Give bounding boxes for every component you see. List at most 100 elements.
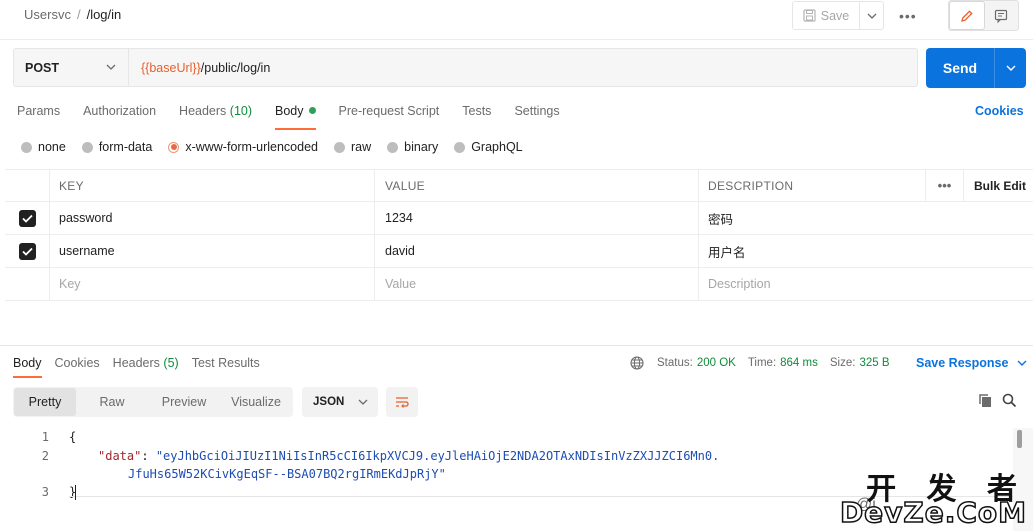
radio-circle (81, 141, 93, 153)
new-description-input[interactable]: Description (698, 268, 925, 300)
radio-circle (334, 141, 345, 153)
radio-binary[interactable]: binary (387, 140, 438, 154)
send-button[interactable]: Send (926, 48, 994, 88)
edit-mode-button[interactable] (949, 1, 985, 30)
copy-icon[interactable] (978, 393, 993, 411)
radio-label: x-www-form-urlencoded (185, 140, 318, 154)
row-checkbox[interactable] (18, 209, 36, 227)
breadcrumb-request-name[interactable]: /log/in (87, 7, 122, 22)
tab-settings[interactable]: Settings (514, 104, 559, 128)
row-spacer (963, 202, 1033, 234)
time-value[interactable]: 864 ms (780, 357, 818, 369)
table-row: username david 用户名 (5, 235, 1033, 268)
url-input[interactable]: {{baseUrl}}/public/log/in (129, 48, 918, 87)
radio-form-data[interactable]: form-data (81, 140, 152, 154)
view-mode-toggle (948, 0, 1019, 31)
row-description-cell[interactable]: 用户名 (698, 235, 925, 267)
table-header-row: KEY VALUE DESCRIPTION ••• Bulk Edit (5, 169, 1033, 202)
column-header-value: VALUE (374, 170, 698, 201)
row-key-cell[interactable]: password (49, 202, 374, 234)
tab-body[interactable]: Body (275, 104, 316, 130)
new-key-input[interactable]: Key (49, 268, 374, 300)
wrap-lines-button[interactable] (386, 387, 418, 417)
checkmark-icon (21, 247, 33, 256)
pencil-icon (960, 9, 973, 22)
globe-icon[interactable] (630, 356, 644, 370)
chevron-down-icon (358, 399, 368, 405)
save-label: Save (820, 8, 850, 23)
format-preview[interactable]: Preview (148, 388, 220, 416)
save-icon (803, 9, 816, 22)
scrollbar-thumb[interactable] (1017, 430, 1022, 448)
radio-label: raw (351, 140, 372, 154)
json-string-part1: "eyJhbGciOiJIUzI1NiIsInR5cCI6IkpXVCJ9.ey… (155, 449, 720, 463)
breadcrumb-collection[interactable]: Usersvc (24, 7, 71, 22)
column-options-button[interactable]: ••• (925, 170, 963, 201)
tab-headers-count: (10) (229, 104, 253, 118)
breadcrumb: Usersvc / /log/in (24, 7, 121, 22)
response-tab-body[interactable]: Body (13, 356, 42, 378)
row-value-cell[interactable]: 1234 (374, 202, 698, 234)
new-value-input[interactable]: Value (374, 268, 698, 300)
code-line-wrapped: JfuHs65W52KCivKgEqSF--BSA07BQ2rgIRmEKdJp… (128, 467, 446, 481)
row-checkbox-cell (5, 268, 49, 300)
column-header-description: DESCRIPTION (698, 170, 925, 201)
search-icon[interactable] (1002, 393, 1017, 411)
tab-tests[interactable]: Tests (462, 104, 491, 128)
checkmark-icon (21, 214, 33, 223)
response-tab-cookies[interactable]: Cookies (55, 356, 100, 376)
size-value[interactable]: 325 B (859, 357, 889, 369)
chevron-down-icon (106, 64, 116, 70)
bulk-edit-button[interactable]: Bulk Edit (963, 170, 1033, 201)
url-variable: {{baseUrl}} (141, 60, 201, 75)
save-button[interactable]: Save (793, 2, 859, 29)
text-cursor (75, 485, 76, 500)
status-value[interactable]: 200 OK (697, 357, 736, 369)
tab-prerequest-script[interactable]: Pre-request Script (339, 104, 440, 128)
size-group: Size: 325 B (830, 357, 890, 369)
send-options-button[interactable] (994, 48, 1026, 88)
radio-raw[interactable]: raw (334, 140, 371, 154)
response-tab-test-results[interactable]: Test Results (192, 356, 260, 376)
row-value-cell[interactable]: david (374, 235, 698, 267)
response-tab-headers[interactable]: Headers (5) (113, 356, 179, 376)
wrap-lines-icon (396, 397, 409, 408)
column-header-key: KEY (49, 170, 374, 201)
chevron-down-icon (1017, 360, 1027, 366)
json-key: "data" (98, 449, 142, 463)
table-row: password 1234 密码 (5, 202, 1033, 235)
time-label: Time: (747, 357, 777, 369)
row-spacer (925, 202, 963, 234)
response-tabs: Body Cookies Headers (5) Test Results (13, 356, 273, 378)
row-checkbox[interactable] (18, 242, 36, 260)
row-checkbox-cell (5, 235, 49, 267)
tab-authorization[interactable]: Authorization (83, 104, 156, 128)
tab-params[interactable]: Params (17, 104, 60, 128)
watermark: @i 开 发 者 DevZe.CoM (839, 464, 1033, 531)
tab-body-label: Body (275, 104, 304, 118)
method-select[interactable]: POST (13, 48, 129, 87)
chevron-down-icon (1006, 65, 1015, 71)
language-select[interactable]: JSON (302, 387, 378, 417)
documentation-mode-button[interactable] (985, 1, 1019, 30)
save-response-button[interactable]: Save Response (916, 356, 1027, 370)
line-number: 2 (41, 449, 49, 463)
row-description-cell[interactable]: 密码 (698, 202, 925, 234)
format-visualize[interactable]: Visualize (220, 388, 292, 416)
watermark-bottom: DevZe.CoM (839, 495, 1027, 530)
row-spacer (963, 235, 1033, 267)
radio-circle (21, 141, 32, 153)
radio-graphql[interactable]: GraphQL (454, 140, 523, 154)
tab-headers[interactable]: Headers (10) (179, 104, 252, 128)
format-raw[interactable]: Raw (76, 388, 148, 416)
radio-none[interactable]: none (21, 140, 66, 154)
row-spacer (925, 268, 963, 300)
row-spacer (963, 268, 1033, 300)
radio-x-www-form-urlencoded[interactable]: x-www-form-urlencoded (168, 140, 318, 154)
cookies-link[interactable]: Cookies (975, 104, 1024, 118)
save-options-button[interactable] (859, 2, 883, 29)
format-pretty[interactable]: Pretty (14, 388, 76, 416)
row-key-cell[interactable]: username (49, 235, 374, 267)
pane-splitter[interactable] (0, 345, 1033, 346)
more-actions-button[interactable]: ••• (899, 8, 917, 24)
